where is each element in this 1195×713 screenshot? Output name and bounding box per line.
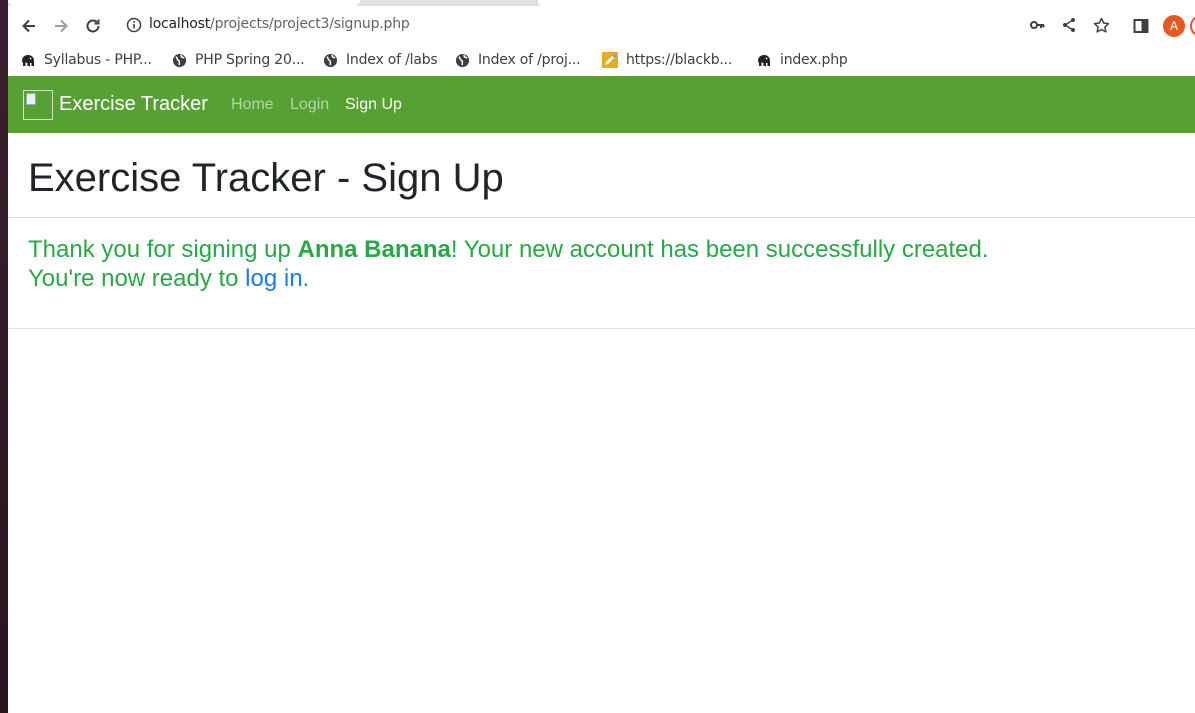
message-text: . <box>302 265 310 292</box>
profile-avatar[interactable]: A <box>1163 15 1185 37</box>
nav-link-signup[interactable]: Sign Up <box>345 96 402 114</box>
divider <box>8 328 1195 329</box>
elephant-icon <box>756 52 772 68</box>
user-name: Anna Banana <box>297 236 451 263</box>
url-path: /projects/project3/signup.php <box>210 16 410 32</box>
bookmark-index-labs[interactable]: Index of /labs <box>322 49 438 71</box>
pencil-icon <box>602 52 618 68</box>
browser-window: localhost/projects/project3/signup.php A… <box>8 0 1195 713</box>
bookmark-label: index.php <box>780 52 848 68</box>
bookmark-blackboard[interactable]: https://blackb... <box>602 49 732 71</box>
info-icon[interactable] <box>124 15 144 35</box>
message-text: You're now ready to <box>28 265 246 292</box>
bookmark-index-proj[interactable]: Index of /proj... <box>454 49 581 71</box>
page-title: Exercise Tracker - Sign Up <box>28 156 504 200</box>
bookmark-label: Syllabus - PHP... <box>44 52 152 68</box>
reload-icon <box>86 19 100 33</box>
bookmarks-bar: Syllabus - PHP... PHP Spring 20... Index… <box>8 44 1195 76</box>
bookmark-label: PHP Spring 20... <box>195 52 305 68</box>
divider <box>8 217 1195 218</box>
nav-link-login[interactable]: Login <box>290 96 329 114</box>
key-icon[interactable] <box>1027 15 1047 35</box>
success-message: Thank you for signing up Anna Banana! Yo… <box>28 235 989 293</box>
bookmark-star-icon[interactable] <box>1091 15 1111 35</box>
url-text[interactable]: localhost/projects/project3/signup.php <box>149 16 410 32</box>
bookmark-label: Index of /labs <box>346 52 438 68</box>
browser-toolbar: localhost/projects/project3/signup.php A <box>8 6 1195 44</box>
bookmark-index-php[interactable]: index.php <box>756 49 848 71</box>
login-link[interactable]: log in <box>245 265 302 292</box>
message-text: ! Your new account has been successfully… <box>450 236 989 263</box>
navbar-brand[interactable]: Exercise Tracker <box>59 93 208 116</box>
globe-icon <box>322 52 338 68</box>
back-arrow-icon <box>22 19 35 33</box>
broken-logo-image[interactable] <box>23 90 53 120</box>
globe-icon <box>171 52 187 68</box>
message-text: Thank you for signing up <box>28 236 298 263</box>
forward-button[interactable] <box>49 14 73 38</box>
globe-icon <box>454 52 470 68</box>
nav-link-home[interactable]: Home <box>231 96 274 114</box>
reload-button[interactable] <box>81 14 105 38</box>
extension-icon[interactable] <box>1190 15 1195 37</box>
bookmark-label: Index of /proj... <box>478 52 581 68</box>
forward-arrow-icon <box>55 19 68 33</box>
site-navbar: Exercise Tracker Home Login Sign Up <box>8 76 1195 133</box>
address-bar[interactable]: localhost/projects/project3/signup.php <box>116 9 1116 41</box>
url-host: localhost <box>149 16 211 32</box>
broken-image-icon <box>26 93 36 105</box>
side-panel-button[interactable] <box>1129 14 1153 38</box>
elephant-icon <box>20 52 36 68</box>
bookmark-syllabus[interactable]: Syllabus - PHP... <box>20 49 152 71</box>
desktop-background <box>0 0 8 713</box>
bookmark-label: https://blackb... <box>626 52 733 68</box>
side-panel-icon <box>1133 19 1149 33</box>
share-icon[interactable] <box>1059 15 1079 35</box>
back-button[interactable] <box>17 14 41 38</box>
bookmark-php-spring[interactable]: PHP Spring 20... <box>171 49 305 71</box>
